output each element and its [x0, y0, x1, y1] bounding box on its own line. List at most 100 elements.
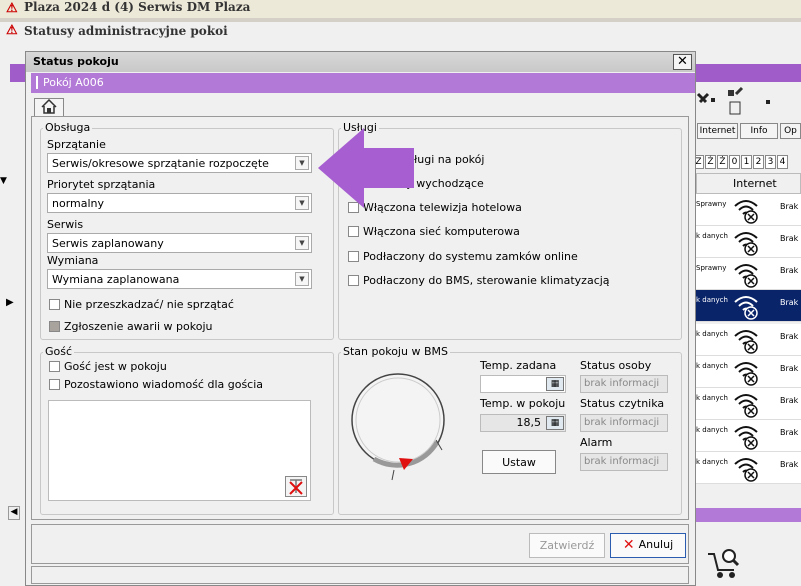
row-value: Brak	[780, 202, 799, 211]
alphabet-filter-item[interactable]: Ź	[705, 155, 716, 169]
table-row[interactable]: k danych Brak	[696, 388, 801, 420]
app-title: Plaza 2024 d (4) Serwis DM Plaza	[24, 0, 251, 14]
service-checkbox-label: Włączona sieć komputerowa	[363, 225, 520, 238]
row-status: k danych	[696, 296, 728, 304]
checkbox-box[interactable]	[49, 299, 60, 310]
guest-in-room-checkbox[interactable]: Gość jest w pokoju	[49, 360, 167, 373]
table-row[interactable]: k danych Brak	[696, 356, 801, 388]
alphabet-filter-item[interactable]: 4	[777, 155, 788, 169]
table-row[interactable]: k danych Brak	[696, 452, 801, 484]
toolbar-op-button[interactable]: Op	[780, 123, 801, 139]
room-label: Pokój A006	[43, 76, 104, 89]
row-value: Brak	[780, 428, 799, 437]
wifi-off-icon	[734, 200, 758, 224]
tools-icon[interactable]	[696, 84, 801, 120]
checkbox-box[interactable]	[348, 251, 359, 262]
chevron-down-icon[interactable]: ▼	[295, 196, 309, 210]
wifi-off-icon	[734, 330, 758, 354]
table-row[interactable]: k danych Brak	[696, 420, 801, 452]
calculator-icon[interactable]: ▦	[546, 377, 564, 391]
alphabet-filter-item[interactable]: 3	[765, 155, 776, 169]
checkbox-box[interactable]	[49, 321, 60, 332]
service-checkbox[interactable]: Podłaczony do BMS, sterowanie klimatyzac…	[348, 274, 610, 287]
service-checkbox[interactable]: Włączona sieć komputerowa	[348, 225, 520, 238]
temp-room-label: Temp. w pokoju	[480, 397, 566, 410]
service-checkbox[interactable]: Podłaczony do systemu zamków online	[348, 250, 578, 263]
toolbar-internet-button[interactable]: Internet	[697, 123, 738, 139]
dnd-checkbox[interactable]: Nie przeszkadzać/ nie sprzątać	[49, 298, 234, 311]
alphabet-filter-item[interactable]: 2	[753, 155, 764, 169]
table-header: Internet	[696, 173, 801, 194]
alphabet-filter-item[interactable]: Ż	[717, 155, 728, 169]
wifi-off-icon	[734, 394, 758, 418]
confirm-button[interactable]: Zatwierdź	[529, 533, 605, 558]
cancel-button[interactable]: ✕ Anuluj	[610, 533, 686, 558]
guest-in-room-label: Gość jest w pokoju	[64, 360, 167, 373]
priority-combo[interactable]: normalny ▼	[47, 193, 312, 213]
wifi-off-icon	[734, 458, 758, 482]
exchange-label: Wymiana	[47, 254, 99, 267]
alphabet-filter-item[interactable]: 1	[741, 155, 752, 169]
temp-set-label: Temp. zadana	[480, 359, 557, 372]
failure-checkbox[interactable]: Zgłoszenie awarii w pokoju	[49, 320, 213, 333]
subwindow-title: Statusy administracyjne pokoi	[24, 24, 228, 38]
row-status: k danych	[696, 362, 728, 370]
service-checkbox-label: Podłaczony do systemu zamków online	[363, 250, 578, 263]
table-row[interactable]: k danych Brak	[696, 290, 801, 322]
checkbox-box[interactable]	[49, 361, 60, 372]
cleaning-combo-value: Serwis/okresowe sprzątanie rozpoczęte	[52, 157, 269, 170]
cleaning-combo[interactable]: Serwis/okresowe sprzątanie rozpoczęte ▼	[47, 153, 312, 173]
row-status: Sprawny	[696, 200, 727, 208]
chevron-down-icon[interactable]: ▼	[295, 272, 309, 286]
home-tab[interactable]	[34, 98, 64, 117]
alphabet-filter-item[interactable]: 0	[729, 155, 740, 169]
wifi-off-icon	[734, 362, 758, 386]
chevron-down-icon[interactable]: ▼	[295, 236, 309, 250]
priority-label: Priorytet sprzątania	[47, 178, 156, 191]
column-header-internet[interactable]: Internet	[733, 177, 777, 190]
close-button[interactable]: ✕	[673, 54, 692, 70]
current-row-icon: ▶	[6, 297, 14, 308]
chevron-down-icon[interactable]: ▼	[295, 156, 309, 170]
cancel-icon: ✕	[622, 537, 635, 553]
serwis-combo-value: Serwis zaplanowany	[52, 237, 164, 250]
table-row[interactable]: Sprawny Brak	[696, 194, 801, 226]
home-icon	[41, 98, 57, 114]
service-checkbox-label: Podłaczony do BMS, sterowanie klimatyzac…	[363, 274, 610, 287]
toolbar-info-button[interactable]: Info	[740, 123, 778, 139]
row-status: Sprawny	[696, 264, 727, 272]
calculator-icon[interactable]: ▦	[546, 416, 564, 430]
thermostat-dial[interactable]	[348, 370, 448, 490]
reader-status-field: brak informacji	[580, 414, 668, 432]
row-value: Brak	[780, 396, 799, 405]
dnd-checkbox-label: Nie przeszkadzać/ nie sprzątać	[64, 298, 234, 311]
dialog-status-strip	[31, 566, 689, 584]
checkbox-box[interactable]	[49, 379, 60, 390]
app-logo-icon: ⚠	[6, 1, 18, 16]
serwis-label: Serwis	[47, 218, 84, 231]
table-row[interactable]: k danych Brak	[696, 324, 801, 356]
clear-message-button[interactable]	[285, 476, 307, 497]
background-purple-footer	[696, 508, 801, 522]
wifi-off-icon	[734, 296, 758, 320]
app-title-bar: ⚠ Plaza 2024 d (4) Serwis DM Plaza	[0, 0, 801, 18]
serwis-combo[interactable]: Serwis zaplanowany ▼	[47, 233, 312, 253]
set-button[interactable]: Ustaw	[482, 450, 556, 474]
scroll-left-button[interactable]: ◀	[8, 506, 20, 520]
message-checkbox-label: Pozostawiono wiadomość dla gościa	[64, 378, 264, 391]
exchange-combo[interactable]: Wymiana zaplanowana ▼	[47, 269, 312, 289]
message-textarea[interactable]	[48, 400, 311, 501]
row-value: Brak	[780, 266, 799, 275]
checkbox-box[interactable]	[348, 226, 359, 237]
table-row[interactable]: k danych Brak	[696, 226, 801, 258]
reader-status-label: Status czytnika	[580, 397, 665, 410]
cart-search-icon[interactable]	[706, 546, 740, 583]
checkbox-box[interactable]	[348, 275, 359, 286]
room-bar-grip	[36, 76, 38, 89]
bms-group-label: Stan pokoju w BMS	[341, 345, 450, 358]
guest-group-label: Gość	[43, 345, 75, 358]
row-status: k danych	[696, 426, 728, 434]
annotation-arrow-icon	[318, 128, 414, 208]
table-row[interactable]: Sprawny Brak	[696, 258, 801, 290]
message-checkbox[interactable]: Pozostawiono wiadomość dla gościa	[49, 378, 263, 391]
